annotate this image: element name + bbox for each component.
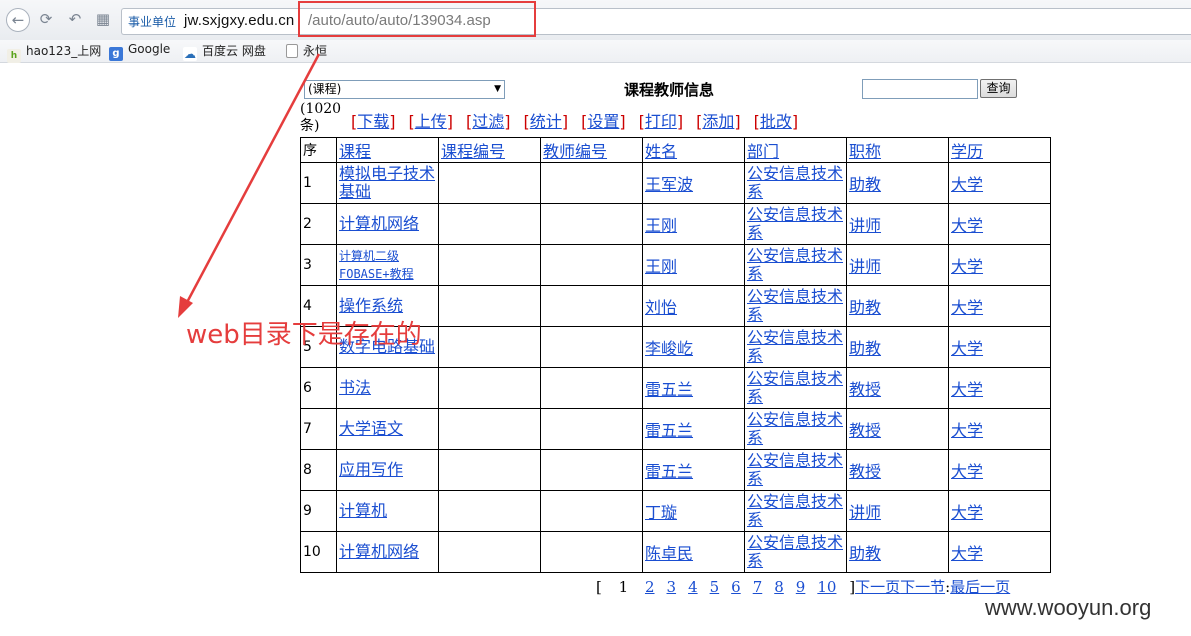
annotation-arrow <box>178 53 321 318</box>
annotation-text: web目录下是存在的 <box>186 320 422 350</box>
watermark: www.wooyun.org <box>985 595 1152 620</box>
